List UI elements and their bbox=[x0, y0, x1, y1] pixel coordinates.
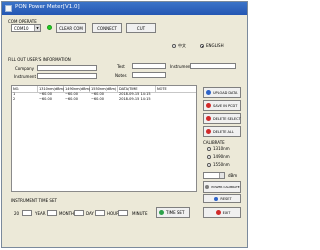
reset-button[interactable]: RESET bbox=[203, 194, 241, 203]
month-label: MONTH bbox=[59, 211, 75, 216]
save-in-pc-label: SAVE IN PCDT bbox=[213, 103, 238, 108]
calibrate-1310-radio[interactable] bbox=[207, 147, 211, 151]
notes-label: Notes bbox=[115, 73, 127, 78]
minute-label: MINUTE bbox=[132, 211, 148, 216]
app-icon bbox=[5, 5, 12, 12]
company-input[interactable] bbox=[37, 65, 97, 71]
calibrate-1550-label: 1550nm bbox=[213, 162, 230, 167]
cell-1490: −60.00 bbox=[65, 97, 78, 101]
spinner-arrows-icon[interactable] bbox=[219, 173, 224, 178]
year-label: YEAR bbox=[35, 211, 46, 216]
save-icon bbox=[206, 103, 211, 108]
save-in-pc-button[interactable]: SAVE IN PCDT bbox=[203, 100, 241, 111]
chevron-down-icon[interactable]: ▼ bbox=[34, 25, 40, 31]
cell-no: 2 bbox=[13, 97, 16, 101]
calibrate-1550-radio[interactable] bbox=[207, 163, 211, 167]
test-input[interactable] bbox=[132, 63, 166, 69]
exit-icon bbox=[215, 210, 221, 215]
instrument-input-right[interactable] bbox=[190, 63, 236, 69]
company-label: Company bbox=[15, 66, 35, 71]
language-english-label: ENGLISH bbox=[206, 43, 224, 48]
delete-icon bbox=[206, 116, 211, 121]
language-chinese-label: 中文 bbox=[178, 43, 186, 48]
hour-input[interactable] bbox=[95, 210, 105, 216]
app-window: PON Power Meter[V1.0] COM OPERATE COM10 … bbox=[1, 1, 248, 248]
user-info-label: FILL OUT USER'S INFORMATION bbox=[8, 57, 71, 62]
com-port-value: COM10 bbox=[14, 26, 29, 31]
calibrate-value-input[interactable] bbox=[203, 172, 225, 179]
exit-button-label: EXIT bbox=[222, 210, 231, 215]
reset-icon bbox=[214, 196, 219, 201]
window-title: PON Power Meter[V1.0] bbox=[15, 4, 80, 10]
delete-all-button[interactable]: DELETE ALL bbox=[203, 126, 241, 137]
clock-icon bbox=[159, 210, 164, 215]
exit-button[interactable]: EXIT bbox=[203, 207, 241, 218]
delete-all-icon bbox=[206, 129, 211, 134]
upload-data-button[interactable]: UPLOAD DATA bbox=[203, 87, 241, 98]
power-calibrate-label: POWER CALIBRATE bbox=[211, 185, 240, 189]
calibrate-unit-label: dBm bbox=[228, 173, 238, 178]
language-chinese-radio[interactable] bbox=[172, 44, 176, 48]
calibrate-1490-radio[interactable] bbox=[207, 155, 211, 159]
day-label: DAY bbox=[86, 211, 94, 216]
cell-datetime: 2018-09-15 14:15 bbox=[119, 97, 151, 101]
upload-icon bbox=[206, 90, 211, 95]
day-input[interactable] bbox=[74, 210, 84, 216]
year-prefix-label: 20 bbox=[14, 211, 20, 216]
table-row[interactable]: 2 −60.00 −60.00 −60.00 2018-09-15 14:15 bbox=[12, 97, 196, 102]
time-set-button-label: TIME SET bbox=[166, 210, 185, 215]
language-english-radio[interactable] bbox=[200, 44, 204, 48]
calibrate-label: CALIBRATE bbox=[203, 140, 225, 145]
data-table[interactable]: NO. 1310nm(dBm) 1490nm(dBm) 1550nm(dBm) … bbox=[11, 85, 197, 192]
calibrate-1490-label: 1490nm bbox=[213, 154, 230, 159]
cut-button[interactable]: CUT bbox=[126, 23, 156, 33]
instrument-label-right: Instrument bbox=[170, 64, 193, 69]
minute-input[interactable] bbox=[118, 210, 128, 216]
cell-1310: −60.00 bbox=[39, 97, 52, 101]
delete-all-label: DELETE ALL bbox=[213, 129, 234, 134]
instrument-label-left: Instrument bbox=[14, 74, 37, 79]
title-bar: PON Power Meter[V1.0] bbox=[2, 2, 247, 15]
power-calibrate-button[interactable]: POWER CALIBRATE bbox=[203, 181, 241, 193]
upload-data-label: UPLOAD DATA bbox=[213, 90, 238, 95]
cell-1550: −60.00 bbox=[91, 97, 104, 101]
clear-com-button[interactable]: CLEAR COM bbox=[56, 23, 86, 33]
delete-select-button[interactable]: DELETE SELECT bbox=[203, 113, 241, 124]
month-input[interactable] bbox=[47, 210, 57, 216]
delete-select-label: DELETE SELECT bbox=[213, 116, 241, 121]
time-set-button[interactable]: TIME SET bbox=[156, 207, 190, 218]
test-label: Test bbox=[117, 64, 125, 69]
time-set-label: INSTRUMENT TIME SET bbox=[11, 198, 57, 203]
connection-status-indicator bbox=[47, 25, 52, 30]
com-port-select[interactable]: COM10 ▼ bbox=[11, 24, 41, 32]
connect-button[interactable]: CONNECT bbox=[92, 23, 122, 33]
year-input[interactable] bbox=[22, 210, 32, 216]
calibrate-icon bbox=[205, 185, 210, 189]
calibrate-1310-label: 1310nm bbox=[213, 146, 230, 151]
reset-label: RESET bbox=[220, 196, 232, 201]
notes-input[interactable] bbox=[132, 72, 166, 78]
instrument-input-left[interactable] bbox=[37, 73, 97, 79]
